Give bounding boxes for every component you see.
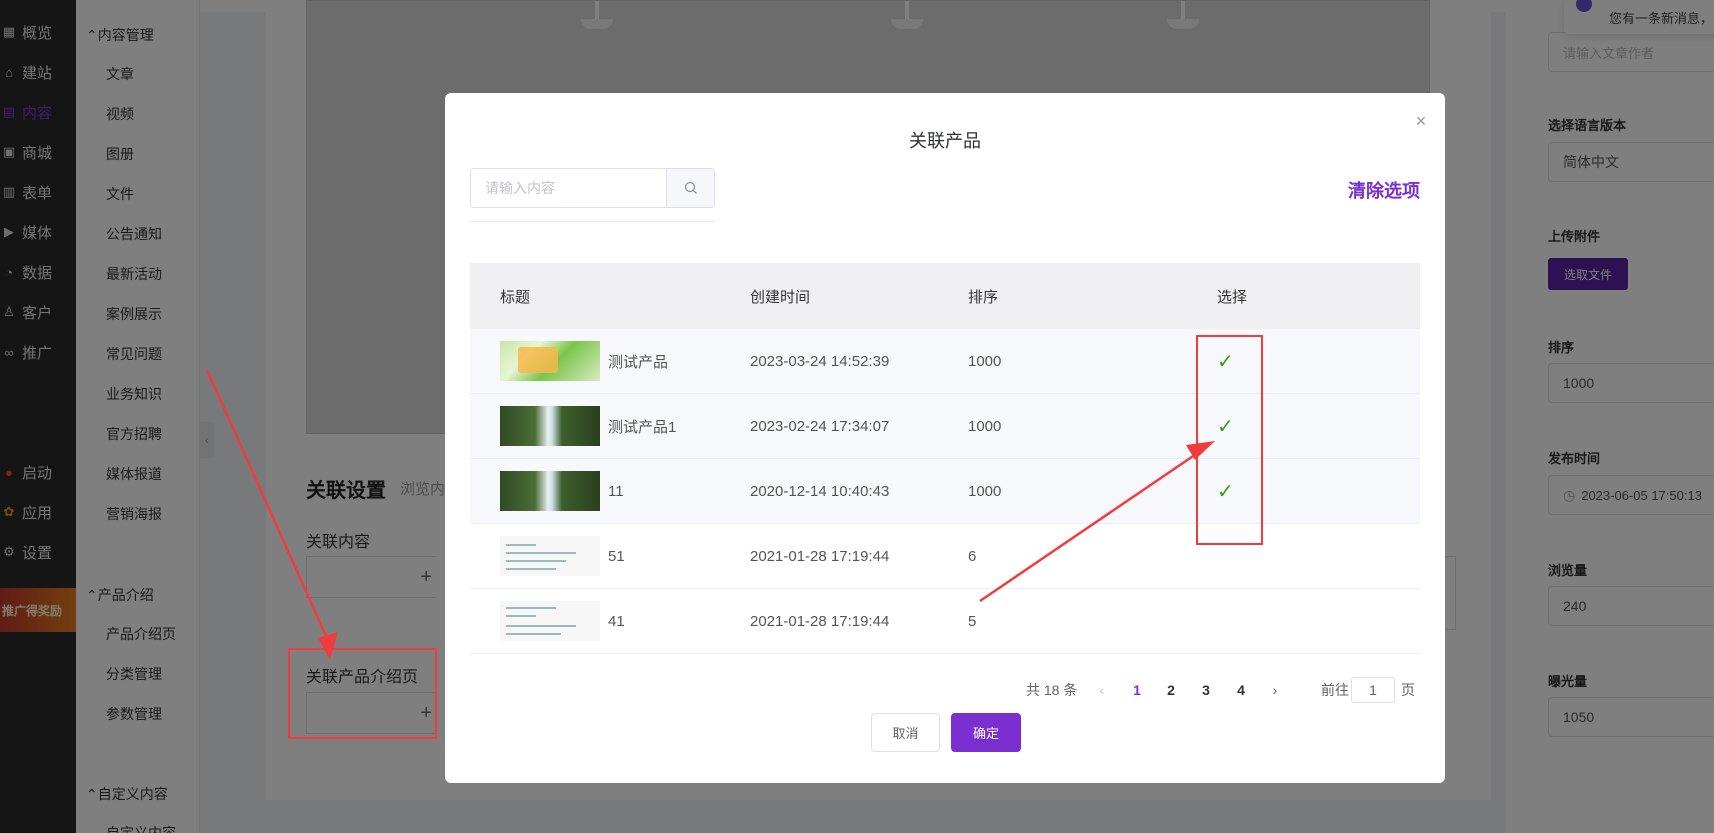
- product-thumbnail: [500, 341, 600, 381]
- goto-page-input[interactable]: 1: [1351, 677, 1395, 703]
- column-header-select: 选择: [1217, 288, 1248, 306]
- goto-prefix: 前往: [1321, 682, 1349, 698]
- product-thumbnail: [500, 536, 600, 576]
- row-title: 41: [608, 612, 625, 630]
- related-product-dialog: 关联产品 × 清除选项 标题 创建时间 排序 选择 测试产品 2023-03-2…: [445, 93, 1445, 783]
- search-box: [470, 168, 715, 208]
- prev-page-icon[interactable]: ‹: [1092, 677, 1112, 703]
- table-row[interactable]: 11 2020-12-14 10:40:43 1000 ✓: [470, 459, 1420, 524]
- row-sort: 1000: [968, 482, 1002, 500]
- row-title: 51: [608, 547, 625, 565]
- cancel-button[interactable]: 取消: [871, 713, 940, 752]
- row-sort: 6: [968, 547, 977, 565]
- table-header: 标题 创建时间 排序 选择: [470, 263, 1420, 329]
- table-row[interactable]: 51 2021-01-28 17:19:44 6: [470, 524, 1420, 589]
- row-created: 2021-01-28 17:19:44: [750, 547, 890, 565]
- row-sort: 5: [968, 612, 977, 630]
- product-thumbnail: [500, 406, 600, 446]
- row-created: 2020-12-14 10:40:43: [750, 482, 890, 500]
- goto-suffix: 页: [1401, 682, 1415, 698]
- product-table: 标题 创建时间 排序 选择 测试产品 2023-03-24 14:52:39 1…: [470, 263, 1420, 654]
- pagination-total: 共 18 条: [1026, 682, 1078, 698]
- column-header-sort: 排序: [968, 288, 999, 306]
- product-thumbnail: [500, 471, 600, 511]
- table-row[interactable]: 测试产品1 2023-02-24 17:34:07 1000 ✓: [470, 394, 1420, 459]
- row-created: 2023-03-24 14:52:39: [750, 352, 890, 370]
- check-icon[interactable]: ✓: [1217, 481, 1234, 503]
- confirm-button[interactable]: 确定: [951, 713, 1021, 752]
- product-thumbnail: [500, 601, 600, 641]
- check-icon[interactable]: ✓: [1217, 416, 1234, 438]
- row-title: 测试产品1: [608, 418, 677, 436]
- clear-selection-link[interactable]: 清除选项: [1348, 177, 1420, 203]
- next-page-icon[interactable]: ›: [1265, 677, 1285, 703]
- row-sort: 1000: [968, 417, 1002, 435]
- close-icon[interactable]: ×: [1411, 111, 1431, 131]
- pagination: 共 18 条 ‹ 1 2 3 4 › 前往 1 页: [445, 677, 1445, 703]
- row-created: 2023-02-24 17:34:07: [750, 417, 890, 435]
- row-sort: 1000: [968, 352, 1002, 370]
- dialog-title: 关联产品: [909, 131, 981, 151]
- table-row[interactable]: 测试产品 2023-03-24 14:52:39 1000 ✓: [470, 329, 1420, 394]
- column-header-title: 标题: [500, 288, 531, 306]
- row-title: 测试产品: [608, 353, 669, 371]
- page-3[interactable]: 3: [1194, 677, 1218, 703]
- row-created: 2021-01-28 17:19:44: [750, 612, 890, 630]
- page-1[interactable]: 1: [1125, 677, 1149, 703]
- table-row[interactable]: 41 2021-01-28 17:19:44 5: [470, 589, 1420, 654]
- column-header-created: 创建时间: [750, 288, 811, 306]
- search-input[interactable]: [471, 169, 666, 207]
- divider: [470, 221, 715, 222]
- row-title: 11: [608, 482, 624, 500]
- check-icon[interactable]: ✓: [1217, 351, 1234, 373]
- page-4[interactable]: 4: [1229, 677, 1253, 703]
- search-icon: [684, 181, 697, 194]
- search-button[interactable]: [666, 169, 714, 207]
- page-2[interactable]: 2: [1159, 677, 1183, 703]
